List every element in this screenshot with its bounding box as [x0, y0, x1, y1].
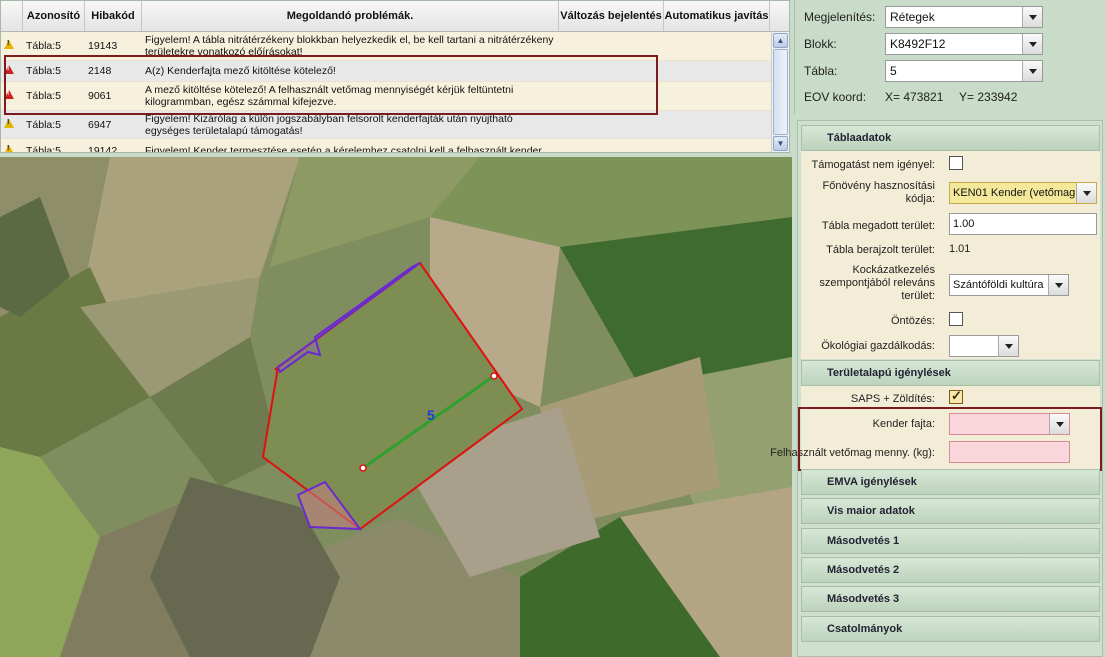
- chevron-down-icon[interactable]: [1022, 61, 1042, 81]
- declared-area-input[interactable]: 1.00: [949, 213, 1097, 235]
- irrigation-checkbox[interactable]: [949, 312, 963, 326]
- display-label: Megjelenítés:: [804, 10, 876, 24]
- block-label: Blokk:: [804, 37, 837, 51]
- table-row[interactable]: Tábla:5 9061 A mező kitöltése kötelező! …: [1, 82, 771, 111]
- col-code[interactable]: Hibakód: [85, 1, 142, 31]
- vertical-scrollbar[interactable]: ▲ ▼: [771, 32, 789, 152]
- table-row[interactable]: Tábla:5 2148 A(z) Kenderfajta mező kitöl…: [1, 61, 771, 82]
- table-row[interactable]: Tábla:5 19142 Figyelem! Kender termeszté…: [1, 139, 771, 153]
- risk-select[interactable]: Szántóföldi kultúra: [949, 274, 1069, 296]
- chevron-down-icon[interactable]: [1022, 7, 1042, 27]
- main-crop-label: Főnövény hasznosítási kódja:: [822, 180, 935, 205]
- drawn-area-value: 1.01: [949, 243, 971, 255]
- row-code: 19142: [88, 144, 118, 153]
- risk-label: Kockázatkezelés szempontjából releváns t…: [819, 264, 935, 302]
- section-header-vis-maior[interactable]: Vis maior adatok: [801, 498, 1100, 524]
- row-id: Tábla:5: [26, 90, 62, 102]
- eov-label: EOV koord:: [804, 90, 867, 104]
- main-crop-select[interactable]: KEN01 Kender (vetőmag: [949, 182, 1097, 204]
- warning-icon: [1, 118, 23, 131]
- error-icon: [1, 65, 23, 77]
- section-header-second-crop-1[interactable]: Másodvetés 1: [801, 528, 1100, 554]
- no-support-label: Támogatást nem igényel:: [811, 159, 935, 171]
- display-select[interactable]: Rétegek: [885, 6, 1043, 28]
- irrigation-label: Öntözés:: [890, 315, 935, 327]
- scroll-thumb[interactable]: [773, 49, 788, 135]
- eco-label: Ökológiai gazdálkodás:: [821, 340, 935, 352]
- tabla-section-body: Támogatást nem igényel: Főnövény hasznos…: [801, 151, 1100, 359]
- row-code: 6947: [88, 118, 112, 131]
- scroll-up-icon[interactable]: ▲: [773, 33, 788, 48]
- row-id: Tábla:5: [26, 144, 62, 153]
- section-header-second-crop-3[interactable]: Másodvetés 3: [801, 586, 1100, 612]
- col-autofix[interactable]: Automatikus javítás: [664, 1, 770, 31]
- col-problem[interactable]: Megoldandó problémák.: [142, 1, 559, 31]
- row-id: Tábla:5: [26, 118, 62, 131]
- display-value: Rétegek: [890, 10, 935, 24]
- error-icon: [1, 90, 23, 102]
- section-header-second-crop-2[interactable]: Másodvetés 2: [801, 557, 1100, 583]
- error-table: Azonosító Hibakód Megoldandó problémák. …: [0, 0, 790, 153]
- row-id: Tábla:5: [26, 65, 62, 77]
- parcel-panel: Táblaadatok Támogatást nem igényel: Főnö…: [770, 120, 1103, 657]
- col-change[interactable]: Változás bejelentés: [559, 1, 664, 31]
- table-label: Tábla:: [804, 64, 838, 78]
- scroll-down-icon[interactable]: ▼: [773, 136, 788, 151]
- aerial-map[interactable]: 5: [0, 157, 792, 657]
- eov-y: Y= 233942: [959, 90, 1018, 104]
- drawn-area-label: Tábla berajzolt terület:: [826, 244, 935, 256]
- table-row[interactable]: Tábla:5 6947 Figyelem! Kizárólag a külön…: [1, 111, 771, 139]
- row-message: Figyelem! Kizárólag a külön jogszabályba…: [145, 112, 513, 137]
- block-select[interactable]: K8492F12: [885, 33, 1043, 55]
- chevron-down-icon[interactable]: [1076, 183, 1096, 203]
- table-value: 5: [890, 64, 897, 78]
- chevron-down-icon[interactable]: [1048, 275, 1068, 295]
- row-code: 2148: [88, 65, 112, 77]
- chevron-down-icon[interactable]: [1022, 34, 1042, 54]
- section-header-emva[interactable]: EMVA igénylések: [801, 469, 1100, 495]
- risk-value: Szántóföldi kultúra: [953, 279, 1044, 291]
- error-table-header: Azonosító Hibakód Megoldandó problémák. …: [1, 1, 789, 32]
- eov-x: X= 473821: [885, 90, 944, 104]
- row-message: Figyelem! A tábla nitrátérzékeny blokkba…: [145, 34, 554, 58]
- col-icon: [1, 1, 23, 31]
- map-view[interactable]: 5: [0, 157, 792, 657]
- row-message: A mező kitöltése kötelező! A felhasznált…: [145, 84, 514, 108]
- saps-label: SAPS + Zöldítés:: [850, 393, 935, 405]
- warning-icon: [1, 40, 23, 52]
- saps-checkbox[interactable]: [949, 388, 963, 404]
- main-crop-value: KEN01 Kender (vetőmag: [953, 187, 1076, 199]
- row-code: 19143: [88, 40, 118, 52]
- block-value: K8492F12: [890, 37, 946, 51]
- location-form: Megjelenítés: Rétegek Blokk: K8492F12 Tá…: [794, 0, 1106, 114]
- section-header-area[interactable]: Területalapú igénylések: [801, 360, 1100, 386]
- row-message: A(z) Kenderfajta mező kitöltése kötelező…: [145, 65, 336, 77]
- highlight-frame: [798, 407, 1102, 471]
- eco-select[interactable]: [949, 335, 1019, 357]
- declared-area-label: Tábla megadott terület:: [821, 220, 935, 232]
- table-select[interactable]: 5: [885, 60, 1043, 82]
- no-support-checkbox[interactable]: [949, 156, 963, 170]
- warning-icon: [1, 144, 23, 152]
- row-id: Tábla:5: [26, 40, 62, 52]
- row-code: 9061: [88, 90, 112, 102]
- section-header-attachments[interactable]: Csatolmányok: [801, 616, 1100, 642]
- chevron-down-icon[interactable]: [998, 336, 1018, 356]
- col-id[interactable]: Azonosító: [23, 1, 85, 31]
- parcel-label: 5: [427, 407, 435, 423]
- table-row[interactable]: Tábla:5 19143 Figyelem! A tábla nitrátér…: [1, 32, 771, 61]
- row-message: Figyelem! Kender termesztése esetén a ké…: [145, 144, 542, 153]
- section-header-tabla[interactable]: Táblaadatok: [801, 125, 1100, 151]
